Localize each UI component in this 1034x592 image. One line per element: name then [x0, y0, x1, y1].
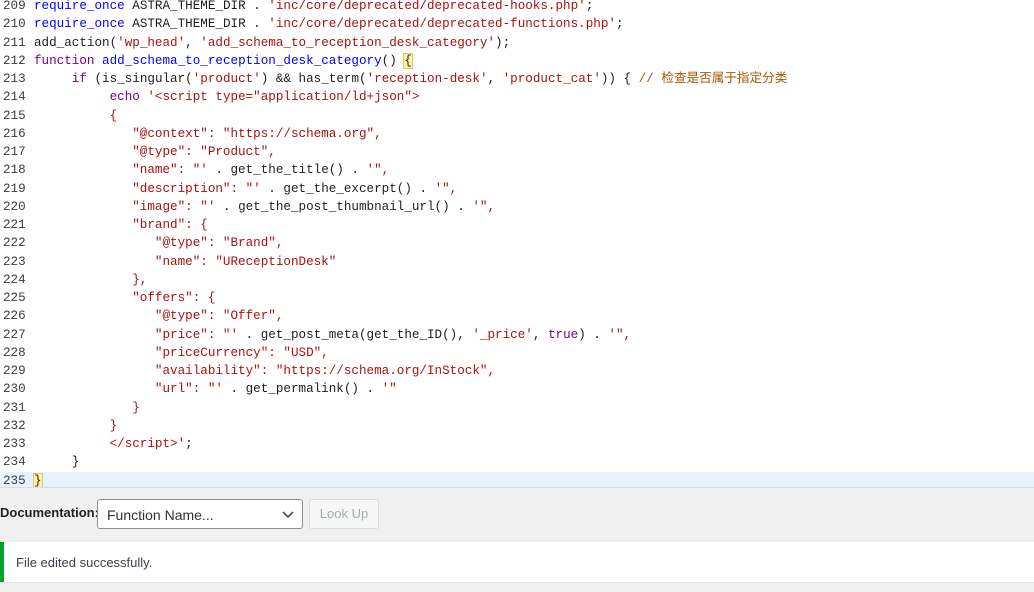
code-line[interactable]: 214 echo '<script type="application/ld+j… [0, 88, 1034, 106]
code-line[interactable]: 211 add_action('wp_head', 'add_schema_to_… [0, 34, 1034, 52]
code-text[interactable]: "@type": "Offer", [34, 307, 284, 325]
code-line[interactable]: 229 "availability": "https://schema.org/… [0, 362, 1034, 380]
code-line[interactable]: 223 "name": "UReceptionDesk" [0, 253, 1034, 271]
code-text[interactable]: require_once ASTRA_THEME_DIR . 'inc/core… [34, 15, 624, 33]
code-line[interactable]: 222 "@type": "Brand", [0, 234, 1034, 252]
code-text[interactable]: add_action('wp_head', 'add_schema_to_rec… [34, 34, 510, 52]
code-line[interactable]: 213 if (is_singular('product') && has_te… [0, 70, 1034, 88]
line-number: 216 [3, 126, 26, 141]
code-text[interactable]: } [34, 453, 80, 471]
code-line[interactable]: 232 } [0, 417, 1034, 435]
code-line[interactable]: 235} [0, 471, 1034, 488]
code-line[interactable]: 210 require_once ASTRA_THEME_DIR . 'inc/c… [0, 15, 1034, 33]
code-text[interactable]: } [33, 472, 43, 487]
line-number: 234 [3, 455, 26, 470]
code-text[interactable]: echo '<script type="application/ld+json"… [34, 88, 420, 106]
code-text[interactable]: }, [34, 271, 147, 289]
line-number: 217 [3, 145, 26, 159]
code-text[interactable]: if (is_singular('product') && has_term('… [34, 70, 788, 88]
line-number: 225 [3, 291, 26, 305]
line-number: 211 [3, 35, 26, 50]
line-number: 220 [3, 199, 26, 214]
code-line[interactable]: 225 "offers": { [0, 289, 1034, 307]
line-number: 233 [3, 437, 26, 451]
line-number: 231 [3, 400, 26, 415]
code-line[interactable]: 216 "@context": "https://schema.org", [0, 125, 1034, 143]
function-name-select[interactable]: Function Name... [97, 499, 303, 529]
code-line[interactable]: 234 } [0, 453, 1034, 471]
code-text[interactable]: "@type": "Product", [34, 143, 276, 161]
code-text[interactable]: function add_schema_to_reception_desk_ca… [34, 52, 413, 70]
line-number: 232 [3, 418, 26, 433]
line-number: 227 [3, 327, 26, 342]
code-line[interactable]: 221 "brand": { [0, 216, 1034, 234]
documentation-lookup: Documentation: Function Name... Look Up [0, 497, 1034, 533]
code-line[interactable]: 209 require_once ASTRA_THEME_DIR . 'inc/c… [0, 0, 1034, 15]
code-line[interactable]: 227 "price": "' . get_post_meta(get_the_… [0, 326, 1034, 344]
code-text[interactable]: "offers": { [34, 289, 215, 307]
line-number: 210 [3, 17, 26, 32]
code-text[interactable]: "@context": "https://schema.org", [34, 125, 381, 143]
function-name-select-value: Function Name... [107, 507, 214, 523]
success-notice: File edited successfully. [0, 542, 1034, 582]
code-text[interactable]: require_once ASTRA_THEME_DIR . 'inc/core… [34, 0, 593, 15]
code-line[interactable]: 219 "description": "' . get_the_excerpt(… [0, 180, 1034, 198]
code-text[interactable]: } [34, 399, 140, 417]
line-number: 221 [3, 218, 26, 232]
code-text[interactable]: "price": "' . get_post_meta(get_the_ID()… [34, 326, 631, 344]
code-text[interactable]: "url": "' . get_permalink() . '" [34, 380, 397, 398]
code-text[interactable]: </script>'; [34, 435, 193, 453]
line-number: 219 [3, 181, 26, 196]
code-editor[interactable]: 209 require_once ASTRA_THEME_DIR . 'inc/c… [0, 0, 1034, 488]
line-number: 229 [3, 364, 26, 378]
line-number: 228 [3, 345, 26, 360]
line-number: 226 [3, 309, 26, 324]
line-number: 230 [3, 382, 26, 397]
look-up-button[interactable]: Look Up [309, 499, 379, 529]
documentation-label: Documentation: [0, 505, 99, 520]
code-text[interactable]: "availability": "https://schema.org/InSt… [34, 362, 495, 380]
code-line[interactable]: 218 "name": "' . get_the_title() . '", [0, 161, 1034, 179]
line-number: 209 [3, 0, 26, 13]
line-number: 223 [3, 254, 26, 269]
code-text[interactable]: "description": "' . get_the_excerpt() . … [34, 180, 457, 198]
code-text[interactable]: "name": "' . get_the_title() . '", [34, 161, 389, 179]
code-line[interactable]: 212 function add_schema_to_reception_desk… [0, 52, 1034, 70]
chevron-down-icon [282, 511, 294, 519]
line-number: 222 [3, 236, 26, 251]
line-number: 224 [3, 272, 26, 287]
code-line[interactable]: 226 "@type": "Offer", [0, 307, 1034, 325]
code-line[interactable]: 217 "@type": "Product", [0, 143, 1034, 161]
line-number: 214 [3, 90, 26, 105]
code-line[interactable]: 224 }, [0, 271, 1034, 289]
code-text[interactable]: "name": "UReceptionDesk" [34, 253, 336, 271]
code-line[interactable]: 231 } [0, 399, 1034, 417]
code-text[interactable]: "image": "' . get_the_post_thumbnail_url… [34, 198, 495, 216]
code-text[interactable]: "priceCurrency": "USD", [34, 344, 329, 362]
code-line[interactable]: 228 "priceCurrency": "USD", [0, 344, 1034, 362]
line-number: 218 [3, 163, 26, 178]
code-line[interactable]: 230 "url": "' . get_permalink() . '" [0, 380, 1034, 398]
code-text[interactable]: } [34, 417, 118, 435]
line-number: 235 [3, 473, 26, 488]
code-line[interactable]: 220 "image": "' . get_the_post_thumbnail… [0, 198, 1034, 216]
code-line[interactable]: 215 { [0, 107, 1034, 125]
line-number: 215 [3, 108, 26, 123]
line-number: 212 [3, 53, 26, 68]
code-text[interactable]: "brand": { [34, 216, 208, 234]
line-number: 213 [3, 72, 26, 86]
code-line[interactable]: 233 </script>'; [0, 435, 1034, 453]
code-text[interactable]: { [34, 107, 118, 125]
notice-message: File edited successfully. [16, 555, 153, 570]
code-text[interactable]: "@type": "Brand", [34, 234, 284, 252]
